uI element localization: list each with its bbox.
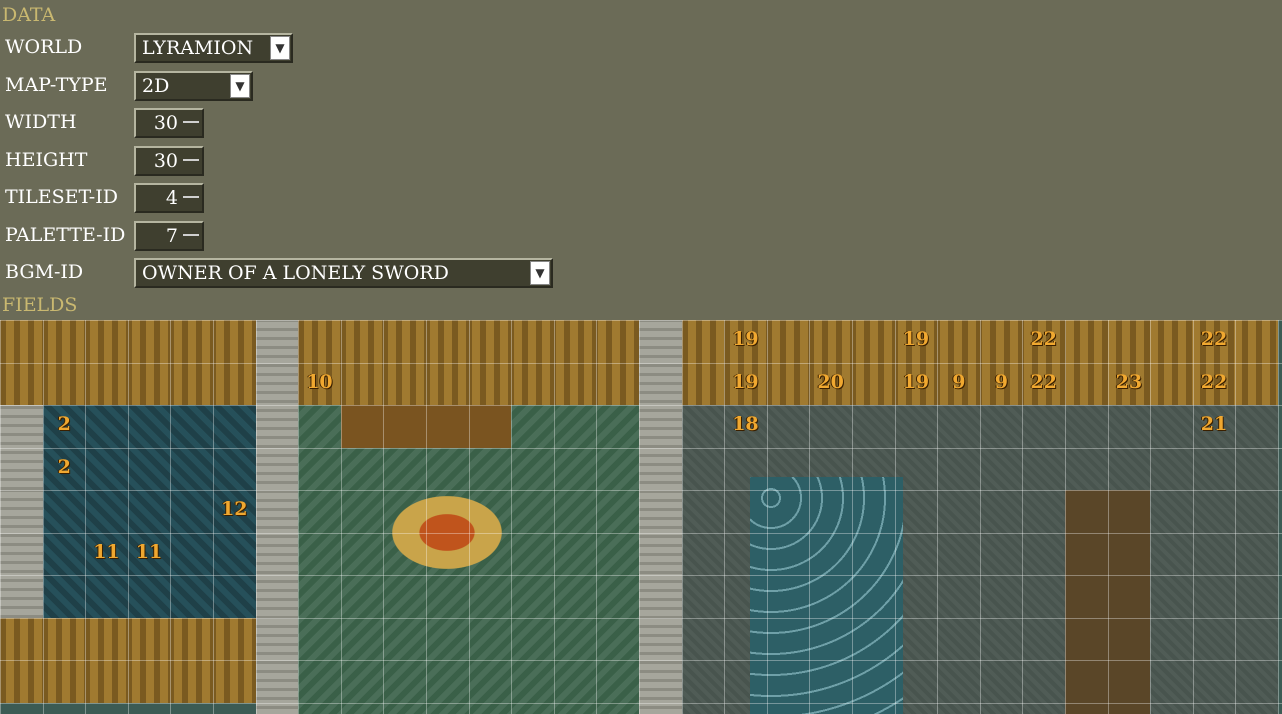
event-marker[interactable]: 9	[995, 371, 1008, 393]
chevron-down-icon[interactable]: ▼	[270, 36, 290, 60]
grid-line	[1150, 320, 1152, 714]
map-type-value: 2D	[142, 75, 170, 97]
grid-line	[1278, 320, 1279, 714]
grid-line	[85, 320, 87, 714]
event-marker[interactable]: 21	[1201, 413, 1227, 435]
palette-id-input[interactable]: 7	[134, 221, 204, 251]
grid-line	[383, 320, 385, 714]
event-marker[interactable]: 19	[732, 328, 758, 350]
grid-line	[1107, 320, 1109, 714]
event-marker[interactable]: 19	[903, 371, 929, 393]
map-type-label: MAP-TYPE	[5, 74, 108, 96]
event-marker[interactable]: 19	[903, 328, 929, 350]
grid-line	[42, 320, 44, 714]
map-fields-grid[interactable]: 19 19 22 22 10 19 20 19 9 9 22 23 22 2 18 21 2 12 11 11	[0, 320, 1282, 714]
width-label: WIDTH	[5, 111, 77, 133]
fields-section-title: FIELDS	[2, 294, 78, 316]
grid-line	[213, 320, 214, 714]
event-marker[interactable]: 20	[817, 371, 843, 393]
width-value: 30	[153, 112, 178, 134]
event-marker[interactable]: 22	[1030, 328, 1056, 350]
chevron-down-icon[interactable]: ▼	[530, 261, 550, 285]
data-section-title: DATA	[2, 4, 56, 26]
tileset-id-input[interactable]: 4	[134, 183, 204, 213]
bgm-id-value: OWNER OF A LONELY SWORD	[142, 262, 449, 284]
grid-line	[127, 320, 129, 714]
spinner-icon[interactable]	[183, 234, 199, 240]
grid-line	[596, 320, 598, 714]
world-value: LYRAMION	[142, 37, 254, 59]
grid-line	[0, 405, 1282, 406]
grid-line	[553, 320, 555, 714]
grid-line	[0, 490, 1282, 491]
grid-line	[0, 702, 1282, 704]
wall-tile[interactable]	[255, 320, 299, 714]
chevron-down-icon[interactable]: ▼	[230, 74, 250, 98]
event-marker[interactable]: 11	[93, 541, 119, 563]
width-input[interactable]: 30	[134, 108, 204, 138]
world-label: WORLD	[5, 36, 83, 58]
grid-line	[511, 320, 513, 714]
grid-line	[298, 320, 300, 714]
event-marker[interactable]: 2	[58, 413, 71, 435]
spinner-icon[interactable]	[183, 196, 199, 202]
height-input[interactable]: 30	[134, 146, 204, 176]
event-marker[interactable]: 11	[136, 541, 162, 563]
grid-line	[724, 320, 726, 714]
event-marker[interactable]: 19	[732, 371, 758, 393]
tileset-id-value: 4	[165, 187, 178, 209]
event-marker[interactable]: 23	[1116, 371, 1142, 393]
event-marker[interactable]: 18	[732, 413, 758, 435]
event-marker[interactable]: 2	[58, 456, 71, 478]
event-marker[interactable]: 9	[952, 371, 965, 393]
grid-line	[852, 320, 853, 714]
world-select[interactable]: LYRAMION ▼	[134, 33, 293, 63]
height-label: HEIGHT	[5, 149, 88, 171]
grid-line	[0, 320, 1282, 321]
grid-line	[170, 320, 172, 714]
grid-line	[0, 532, 1282, 534]
grid-line	[340, 320, 342, 714]
grid-line	[979, 320, 981, 714]
grid-line	[0, 362, 1282, 364]
wall-tile[interactable]	[0, 490, 43, 618]
spinner-icon[interactable]	[183, 121, 199, 127]
spinner-icon[interactable]	[183, 159, 199, 165]
grid-line	[468, 320, 470, 714]
map-type-select[interactable]: 2D ▼	[134, 71, 253, 101]
grid-line	[894, 320, 896, 714]
grid-line	[0, 320, 1, 714]
wall-tile[interactable]	[639, 320, 682, 714]
event-marker[interactable]: 10	[306, 371, 332, 393]
event-marker[interactable]: 22	[1201, 371, 1227, 393]
mosaic-tile[interactable]	[749, 477, 904, 714]
grid-line	[766, 320, 768, 714]
grid-line	[1235, 320, 1237, 714]
grid-line	[1022, 320, 1024, 714]
grid-line	[426, 320, 427, 714]
grid-line	[255, 320, 257, 714]
grid-line	[0, 575, 1282, 576]
event-marker[interactable]: 12	[221, 498, 247, 520]
event-marker[interactable]: 22	[1030, 371, 1056, 393]
grid-line	[681, 320, 683, 714]
bgm-id-select[interactable]: OWNER OF A LONELY SWORD ▼	[134, 258, 553, 288]
grid-line	[0, 617, 1282, 619]
palette-id-value: 7	[165, 225, 178, 247]
palette-id-label: PALETTE-ID	[5, 224, 126, 246]
height-value: 30	[153, 150, 178, 172]
grid-line	[0, 660, 1282, 661]
grid-line	[1065, 320, 1066, 714]
grid-line	[0, 447, 1282, 449]
bgm-id-label: BGM-ID	[5, 261, 84, 283]
grid-line	[809, 320, 811, 714]
event-marker[interactable]: 22	[1201, 328, 1227, 350]
tileset-id-label: TILESET-ID	[5, 186, 118, 208]
grid-line	[937, 320, 939, 714]
grid-line	[1192, 320, 1194, 714]
grid-line	[639, 320, 640, 714]
